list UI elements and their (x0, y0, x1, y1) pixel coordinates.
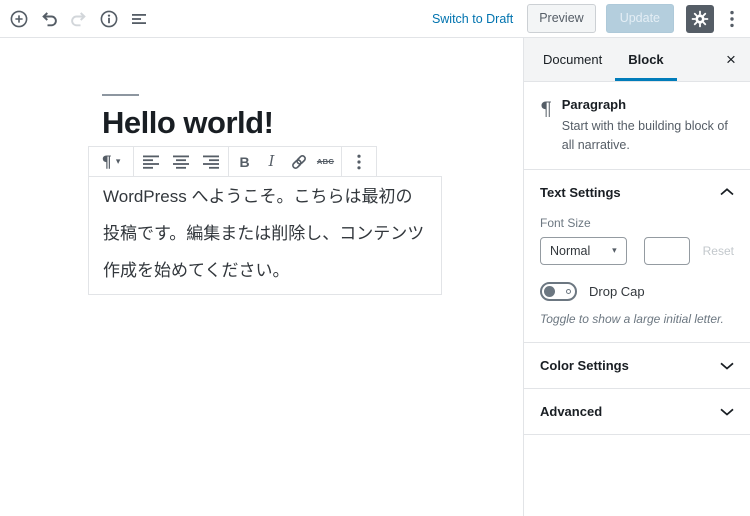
undo-button[interactable] (35, 5, 63, 33)
redo-button[interactable] (65, 5, 93, 33)
font-size-selected-value: Normal (550, 244, 590, 258)
close-sidebar-button[interactable]: × (712, 38, 750, 81)
block-card-description: Start with the building block of all nar… (562, 117, 734, 155)
block-more-group (342, 147, 376, 176)
gear-icon (691, 10, 709, 28)
title-dash (102, 94, 139, 96)
settings-sidebar: Document Block × ¶ Paragraph Start with … (523, 38, 750, 516)
panel-title: Color Settings (540, 358, 629, 373)
chevron-down-icon (720, 408, 734, 416)
advanced-header[interactable]: Advanced (524, 389, 750, 434)
settings-button[interactable] (686, 5, 714, 33)
post-content-column: Hello world! ¶ ▾ (88, 94, 442, 295)
close-icon: × (726, 50, 736, 70)
text-settings-header[interactable]: Text Settings (524, 170, 750, 215)
toggle-knob (544, 286, 555, 297)
font-size-reset-button[interactable]: Reset (703, 244, 734, 258)
paragraph-text: WordPress へようこそ。こちらは最初の投稿です。編集または削除し、コンテ… (103, 187, 424, 280)
pilcrow-icon: ¶ (540, 97, 562, 155)
custom-font-size-input[interactable] (644, 237, 690, 265)
undo-icon (39, 9, 59, 29)
header-toolbar (4, 5, 154, 33)
font-size-controls: Normal ▾ Reset (540, 237, 734, 265)
advanced-panel: Advanced (524, 389, 750, 435)
pilcrow-icon: ¶ (102, 152, 112, 171)
info-button[interactable] (95, 5, 123, 33)
alignment-group (134, 147, 229, 176)
panel-title: Advanced (540, 404, 602, 419)
font-size-select[interactable]: Normal ▾ (540, 237, 627, 265)
plus-circle-icon (9, 9, 29, 29)
sidebar-tabs: Document Block × (524, 38, 750, 82)
color-settings-panel: Color Settings (524, 343, 750, 389)
header-actions: Switch to Draft Preview Update (432, 4, 742, 32)
block-description-card: ¶ Paragraph Start with the building bloc… (524, 82, 750, 170)
drop-cap-row: Drop Cap (540, 282, 734, 301)
post-title-input[interactable]: Hello world! (102, 106, 442, 140)
kebab-icon (357, 154, 361, 170)
align-right-icon (202, 155, 220, 169)
kebab-icon (730, 10, 734, 28)
block-toolbar: ¶ ▾ (88, 146, 377, 177)
italic-button[interactable]: I (258, 147, 285, 176)
bold-button[interactable]: B (231, 147, 258, 176)
formatting-group: B I ABC (229, 147, 342, 176)
inserter-button[interactable] (5, 5, 33, 33)
switch-to-draft-link[interactable]: Switch to Draft (432, 12, 513, 26)
chevron-up-icon (720, 188, 734, 196)
content-structure-button[interactable] (125, 5, 153, 33)
font-size-label: Font Size (540, 216, 734, 230)
editor-header: Switch to Draft Preview Update (0, 0, 750, 38)
text-settings-panel: Text Settings Font Size Normal ▾ Reset (524, 170, 750, 344)
select-arrow-icon: ▾ (612, 245, 617, 256)
redo-icon (69, 9, 89, 29)
more-tools-button[interactable] (722, 5, 742, 33)
align-left-button[interactable] (136, 147, 166, 176)
chevron-down-icon: ▾ (116, 156, 121, 167)
info-icon (99, 9, 119, 29)
block-type-button[interactable]: ¶ ▾ (91, 147, 131, 176)
drop-cap-help-text: Toggle to show a large initial letter. (540, 311, 734, 328)
color-settings-header[interactable]: Color Settings (524, 343, 750, 388)
link-icon (290, 153, 308, 171)
bold-icon: B (239, 154, 249, 170)
align-center-icon (172, 155, 190, 169)
update-button[interactable]: Update (606, 4, 674, 32)
paragraph-block[interactable]: WordPress へようこそ。こちらは最初の投稿です。編集または削除し、コンテ… (88, 176, 442, 295)
block-more-options-button[interactable] (344, 147, 374, 176)
drop-cap-toggle[interactable] (540, 282, 577, 301)
toggle-off-dot-icon (566, 289, 571, 294)
panel-title: Text Settings (540, 185, 621, 200)
align-right-button[interactable] (196, 147, 226, 176)
strikethrough-icon: ABC (317, 157, 334, 166)
content-structure-icon (130, 10, 148, 28)
text-settings-body: Font Size Normal ▾ Reset Drop Cap Toggle… (524, 215, 750, 343)
tab-block[interactable]: Block (615, 38, 676, 81)
tab-document[interactable]: Document (530, 38, 615, 81)
chevron-down-icon (720, 362, 734, 370)
strikethrough-button[interactable]: ABC (312, 147, 339, 176)
link-button[interactable] (285, 147, 312, 176)
italic-icon: I (269, 154, 275, 170)
editor-canvas: Hello world! ¶ ▾ (0, 38, 523, 516)
block-card-title: Paragraph (562, 97, 734, 112)
block-switcher-group: ¶ ▾ (89, 147, 134, 176)
drop-cap-label: Drop Cap (589, 284, 645, 299)
align-center-button[interactable] (166, 147, 196, 176)
preview-button[interactable]: Preview (527, 4, 595, 32)
align-left-icon (142, 155, 160, 169)
